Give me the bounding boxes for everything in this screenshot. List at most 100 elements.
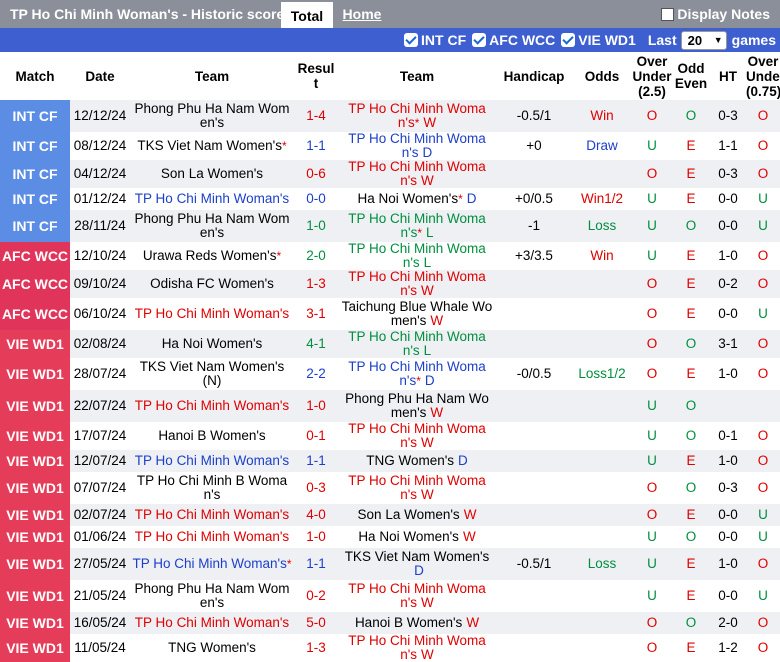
score-cell[interactable]: 3-1: [294, 298, 338, 330]
competition-cell[interactable]: INT CF: [0, 132, 70, 160]
table-row[interactable]: VIE WD1 22/07/24 TP Ho Chi Minh Woman's 1-0…: [0, 390, 780, 422]
away-team-cell[interactable]: TKS Viet Nam Women'sD: [338, 548, 496, 580]
competition-cell[interactable]: VIE WD1: [0, 472, 70, 504]
home-team-cell[interactable]: Phong Phu Ha Nam Women's: [130, 100, 294, 132]
competition-cell[interactable]: VIE WD1: [0, 358, 70, 390]
away-team-cell[interactable]: TP Ho Chi Minh Woman's* L: [338, 210, 496, 242]
competition-cell[interactable]: INT CF: [0, 100, 70, 132]
table-row[interactable]: VIE WD1 28/07/24 TKS Viet Nam Women's (N) 2…: [0, 358, 780, 390]
home-team-cell[interactable]: Phong Phu Ha Nam Women's: [130, 580, 294, 612]
score-cell[interactable]: 0-0: [294, 188, 338, 210]
table-row[interactable]: VIE WD1 02/08/24 Ha Noi Women's 4-1 TP Ho Ch…: [0, 330, 780, 358]
table-row[interactable]: AFC WCC 09/10/24 Odisha FC Women's 1-3 TP Ho…: [0, 270, 780, 298]
score-cell[interactable]: 4-1: [294, 330, 338, 358]
home-team-cell[interactable]: TP Ho Chi Minh Woman's: [130, 188, 294, 210]
tab-home[interactable]: Home: [333, 0, 391, 28]
competition-cell[interactable]: INT CF: [0, 188, 70, 210]
home-team-cell[interactable]: Phong Phu Ha Nam Women's: [130, 210, 294, 242]
filter-afc-wcc[interactable]: AFC WCC: [472, 32, 555, 48]
score-cell[interactable]: 1-3: [294, 270, 338, 298]
away-team-cell[interactable]: Ha Noi Women's W: [338, 526, 496, 548]
away-team-cell[interactable]: TP Ho Chi Minh Woman's* W: [338, 100, 496, 132]
away-team-cell[interactable]: Hanoi B Women's W: [338, 612, 496, 634]
competition-cell[interactable]: INT CF: [0, 160, 70, 188]
score-cell[interactable]: 5-0: [294, 612, 338, 634]
table-row[interactable]: VIE WD1 17/07/24 Hanoi B Women's 0-1 TP Ho C…: [0, 422, 780, 450]
table-row[interactable]: VIE WD1 21/05/24 Phong Phu Ha Nam Women's 0…: [0, 580, 780, 612]
home-team-cell[interactable]: Hanoi B Women's: [130, 422, 294, 450]
away-team-cell[interactable]: TP Ho Chi Minh Woman's W: [338, 422, 496, 450]
home-team-cell[interactable]: TP Ho Chi Minh Woman's*: [130, 548, 294, 580]
competition-cell[interactable]: VIE WD1: [0, 504, 70, 526]
table-row[interactable]: VIE WD1 01/06/24 TP Ho Chi Minh Woman's 1-0…: [0, 526, 780, 548]
score-cell[interactable]: 1-1: [294, 450, 338, 472]
competition-cell[interactable]: VIE WD1: [0, 330, 70, 358]
home-team-cell[interactable]: Urawa Reds Women's*: [130, 242, 294, 270]
competition-cell[interactable]: INT CF: [0, 210, 70, 242]
competition-cell[interactable]: AFC WCC: [0, 270, 70, 298]
away-team-cell[interactable]: Phong Phu Ha Nam Women's W: [338, 390, 496, 422]
table-row[interactable]: VIE WD1 02/07/24 TP Ho Chi Minh Woman's 4-0…: [0, 504, 780, 526]
filter-int-cf[interactable]: INT CF: [404, 32, 466, 48]
score-cell[interactable]: 1-0: [294, 210, 338, 242]
checkbox-checked-icon[interactable]: [561, 33, 576, 47]
competition-cell[interactable]: VIE WD1: [0, 548, 70, 580]
home-team-cell[interactable]: TP Ho Chi Minh Woman's: [130, 526, 294, 548]
table-row[interactable]: VIE WD1 07/07/24 TP Ho Chi Minh B Woman's 0…: [0, 472, 780, 504]
score-cell[interactable]: 1-1: [294, 132, 338, 160]
score-cell[interactable]: 0-1: [294, 422, 338, 450]
table-row[interactable]: INT CF 08/12/24 TKS Viet Nam Women's* 1-1 TP…: [0, 132, 780, 160]
away-team-cell[interactable]: TP Ho Chi Minh Woman's W: [338, 270, 496, 298]
home-team-cell[interactable]: TP Ho Chi Minh Woman's: [130, 450, 294, 472]
away-team-cell[interactable]: TP Ho Chi Minh Woman's* D: [338, 358, 496, 390]
competition-cell[interactable]: VIE WD1: [0, 526, 70, 548]
competition-cell[interactable]: VIE WD1: [0, 450, 70, 472]
score-cell[interactable]: 4-0: [294, 504, 338, 526]
score-cell[interactable]: 2-2: [294, 358, 338, 390]
away-team-cell[interactable]: TP Ho Chi Minh Woman's L: [338, 242, 496, 270]
score-cell[interactable]: 1-1: [294, 548, 338, 580]
checkbox-checked-icon[interactable]: [472, 33, 487, 47]
home-team-cell[interactable]: TP Ho Chi Minh Woman's: [130, 612, 294, 634]
score-cell[interactable]: 1-3: [294, 634, 338, 662]
home-team-cell[interactable]: TP Ho Chi Minh Woman's: [130, 504, 294, 526]
table-row[interactable]: AFC WCC 06/10/24 TP Ho Chi Minh Woman's 3-1…: [0, 298, 780, 330]
away-team-cell[interactable]: TNG Women's D: [338, 450, 496, 472]
away-team-cell[interactable]: TP Ho Chi Minh Woman's D: [338, 132, 496, 160]
competition-cell[interactable]: VIE WD1: [0, 422, 70, 450]
away-team-cell[interactable]: TP Ho Chi Minh Woman's W: [338, 580, 496, 612]
table-row[interactable]: INT CF 28/11/24 Phong Phu Ha Nam Women's 1-…: [0, 210, 780, 242]
score-cell[interactable]: 1-0: [294, 526, 338, 548]
home-team-cell[interactable]: TKS Viet Nam Women's*: [130, 132, 294, 160]
score-cell[interactable]: 1-0: [294, 390, 338, 422]
away-team-cell[interactable]: TP Ho Chi Minh Woman's W: [338, 472, 496, 504]
home-team-cell[interactable]: TP Ho Chi Minh Woman's: [130, 298, 294, 330]
last-games-select[interactable]: 20 ▼: [680, 30, 727, 50]
away-team-cell[interactable]: TP Ho Chi Minh Woman's W: [338, 160, 496, 188]
competition-cell[interactable]: VIE WD1: [0, 390, 70, 422]
home-team-cell[interactable]: Ha Noi Women's: [130, 330, 294, 358]
table-row[interactable]: VIE WD1 12/07/24 TP Ho Chi Minh Woman's 1-1…: [0, 450, 780, 472]
score-cell[interactable]: 2-0: [294, 242, 338, 270]
table-row[interactable]: VIE WD1 16/05/24 TP Ho Chi Minh Woman's 5-0…: [0, 612, 780, 634]
table-row[interactable]: AFC WCC 12/10/24 Urawa Reds Women's* 2-0 TP …: [0, 242, 780, 270]
away-team-cell[interactable]: TP Ho Chi Minh Woman's W: [338, 634, 496, 662]
competition-cell[interactable]: AFC WCC: [0, 298, 70, 330]
table-row[interactable]: VIE WD1 27/05/24 TP Ho Chi Minh Woman's* 1-…: [0, 548, 780, 580]
score-cell[interactable]: 1-4: [294, 100, 338, 132]
home-team-cell[interactable]: TP Ho Chi Minh Woman's: [130, 390, 294, 422]
home-team-cell[interactable]: TP Ho Chi Minh B Woman's: [130, 472, 294, 504]
away-team-cell[interactable]: Ha Noi Women's* D: [338, 188, 496, 210]
filter-vie-wd1[interactable]: VIE WD1: [561, 32, 636, 48]
score-cell[interactable]: 0-3: [294, 472, 338, 504]
table-row[interactable]: INT CF 01/12/24 TP Ho Chi Minh Woman's 0-0 H…: [0, 188, 780, 210]
competition-cell[interactable]: VIE WD1: [0, 612, 70, 634]
display-notes-toggle[interactable]: Display Notes: [661, 6, 770, 22]
away-team-cell[interactable]: Taichung Blue Whale Women's W: [338, 298, 496, 330]
away-team-cell[interactable]: TP Ho Chi Minh Woman's L: [338, 330, 496, 358]
table-row[interactable]: INT CF 12/12/24 Phong Phu Ha Nam Women's 1-…: [0, 100, 780, 132]
home-team-cell[interactable]: Son La Women's: [130, 160, 294, 188]
score-cell[interactable]: 0-2: [294, 580, 338, 612]
away-team-cell[interactable]: Son La Women's W: [338, 504, 496, 526]
display-notes-checkbox[interactable]: [661, 7, 675, 21]
